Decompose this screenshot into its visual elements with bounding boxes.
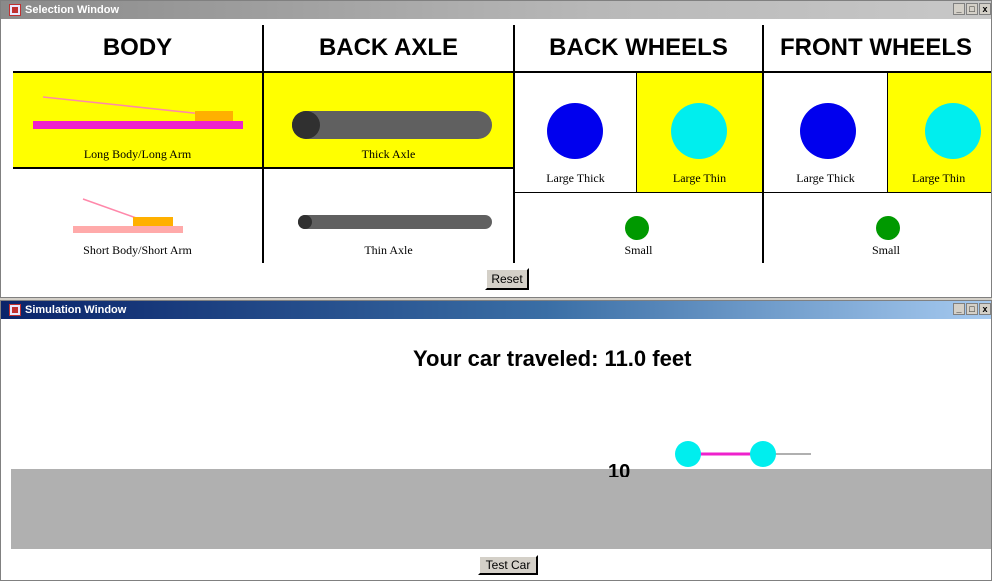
back-wheels-column: BACK WHEELS Large Thick Large Thin Small — [515, 25, 764, 263]
option-label: Large Thin — [672, 171, 727, 185]
app-icon — [9, 304, 21, 316]
simulation-canvas: Your car traveled: 11.0 feet 10 — [11, 319, 991, 580]
option-label: Large Thick — [796, 171, 855, 185]
column-header-back-axle: BACK AXLE — [264, 25, 513, 73]
option-label: Short Body/Short Arm — [83, 243, 192, 257]
maximize-icon[interactable]: □ — [966, 303, 978, 315]
option-back-small[interactable]: Small — [515, 193, 762, 263]
column-header-back-wheels: BACK WHEELS — [515, 25, 762, 73]
maximize-icon[interactable]: □ — [966, 3, 978, 15]
close-icon[interactable]: x — [979, 3, 991, 15]
parts-grid: BODY Long Body/Long Arm Short Body/Short… — [13, 25, 991, 263]
close-icon[interactable]: x — [979, 303, 991, 315]
minimize-icon[interactable]: _ — [953, 303, 965, 315]
simulation-window-title: Simulation Window — [25, 304, 127, 316]
option-label: Small — [872, 243, 901, 257]
option-back-large-thick[interactable]: Large Thick — [515, 73, 637, 193]
result-text: Your car traveled: 11.0 feet — [413, 346, 692, 371]
front-wheels-column: FRONT WHEELS Large Thick Large Thin Smal… — [764, 25, 991, 263]
option-short-body[interactable]: Short Body/Short Arm — [13, 169, 262, 263]
option-front-small[interactable]: Small — [764, 193, 991, 263]
selection-window-title: Selection Window — [25, 4, 120, 16]
option-label: Thin Axle — [364, 243, 413, 257]
column-header-body: BODY — [13, 25, 262, 73]
selection-window-titlebar[interactable]: Selection Window _ □ x — [1, 1, 991, 19]
option-label: Small — [624, 243, 653, 257]
column-header-front-wheels: FRONT WHEELS — [764, 25, 991, 73]
option-back-large-thin[interactable]: Large Thin — [637, 73, 762, 193]
test-car-button[interactable]: Test Car — [478, 555, 538, 575]
body-column: BODY Long Body/Long Arm Short Body/Short… — [13, 25, 264, 263]
option-thin-axle[interactable]: Thin Axle — [264, 169, 513, 263]
option-label: Long Body/Long Arm — [83, 147, 192, 161]
app-icon — [9, 4, 21, 16]
option-front-large-thick[interactable]: Large Thick — [764, 73, 888, 193]
option-long-body[interactable]: Long Body/Long Arm — [13, 73, 262, 169]
option-label: Thick Axle — [361, 147, 416, 161]
minimize-icon[interactable]: _ — [953, 3, 965, 15]
back-axle-column: BACK AXLE Thick Axle Thin Axle — [264, 25, 515, 263]
selection-window: Selection Window _ □ x BODY Long Body/Lo… — [0, 0, 992, 298]
simulation-window: Simulation Window _ □ x Your car travele… — [0, 300, 992, 581]
simulation-window-titlebar[interactable]: Simulation Window _ □ x — [1, 301, 991, 319]
distance-marker: 10 — [608, 461, 631, 477]
road-track — [11, 469, 991, 549]
reset-button[interactable]: Reset — [485, 268, 529, 290]
car-icon — [675, 441, 811, 467]
option-front-large-thin[interactable]: Large Thin — [888, 73, 991, 193]
option-label: Large Thick — [546, 171, 605, 185]
option-label: Large Thin — [912, 171, 966, 185]
option-thick-axle[interactable]: Thick Axle — [264, 73, 513, 169]
